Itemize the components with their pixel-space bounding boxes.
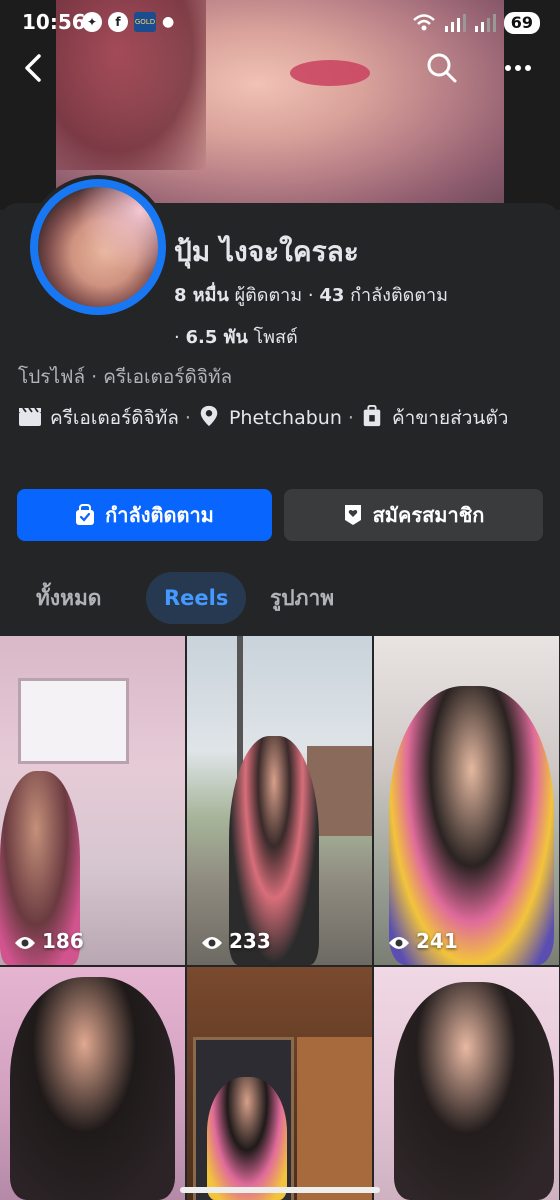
reel-image-detail	[394, 982, 554, 1200]
clapperboard-icon	[19, 407, 41, 426]
eye-icon	[15, 937, 35, 949]
tab-photos[interactable]: รูปภาพ	[252, 572, 352, 624]
chevron-left-icon	[25, 54, 41, 82]
facebook-icon: f	[108, 12, 128, 32]
status-bar: 10:56 ✦ f GOLD ● 69	[0, 0, 560, 48]
profile-avatar[interactable]	[26, 175, 170, 319]
profile-stats: 8 หมื่น ผู้ติดตาม · 43 กำลังติดตาม	[174, 280, 448, 309]
posts-count: 6.5 พัน	[185, 327, 248, 348]
signal-icon-2	[474, 14, 496, 32]
reel-thumbnail[interactable]	[187, 967, 372, 1200]
reel-thumbnail[interactable]	[0, 967, 185, 1200]
separator: ·	[184, 407, 191, 429]
messenger-icon: ✦	[82, 12, 102, 32]
separator: ·	[307, 285, 320, 306]
reel-image-detail	[207, 1077, 287, 1200]
reels-grid: 186 233 241	[0, 636, 560, 1200]
dot-icon: ●	[162, 14, 175, 30]
search-icon	[427, 53, 457, 83]
avatar-image-detail	[38, 187, 158, 307]
view-count-value: 233	[229, 929, 271, 953]
subscribe-button-label: สมัครสมาชิก	[372, 503, 485, 527]
cover-image-detail	[290, 60, 370, 86]
home-indicator[interactable]	[180, 1187, 380, 1193]
following-count[interactable]: 43	[319, 285, 344, 306]
posts-label: โพสต์	[253, 327, 298, 348]
location-pin-icon	[200, 405, 218, 427]
gold-app-icon: GOLD	[134, 12, 156, 32]
detail-seller: ค้าขายส่วนตัว	[391, 407, 509, 429]
profile-name: ปุ้ม ไงจะใครละ	[174, 235, 359, 268]
separator: ·	[347, 407, 354, 429]
detail-creator: ครีเอเตอร์ดิจิทัล	[50, 407, 179, 429]
following-check-icon	[76, 504, 95, 525]
profile-posts: · 6.5 พัน โพสต์	[174, 322, 298, 351]
more-horizontal-icon	[505, 65, 531, 71]
view-count: 241	[388, 929, 458, 953]
reel-thumbnail[interactable]	[374, 967, 559, 1200]
followers-label[interactable]: ผู้ติดตาม	[235, 285, 303, 306]
view-count: 233	[201, 929, 271, 953]
tab-all[interactable]: ทั้งหมด	[18, 572, 119, 624]
more-options-button[interactable]	[498, 52, 538, 92]
profile-details: ครีเอเตอร์ดิจิทัล · Phetchabun · ค้าขายส่ว…	[18, 402, 548, 434]
following-label[interactable]: กำลังติดตาม	[350, 285, 448, 306]
search-button[interactable]	[422, 52, 462, 92]
system-icons: 69	[412, 12, 540, 34]
following-button[interactable]: กำลังติดตาม	[17, 489, 272, 541]
profile-category: โปรไฟล์ · ครีเอเตอร์ดิจิทัล	[18, 366, 233, 388]
view-count-value: 186	[42, 929, 84, 953]
reel-image-detail	[297, 1037, 372, 1200]
separator: ·	[174, 327, 186, 348]
status-time: 10:56	[22, 10, 86, 34]
wifi-icon	[412, 14, 435, 31]
reel-thumbnail[interactable]: 186	[0, 636, 185, 965]
subscribe-badge-icon	[344, 505, 361, 525]
shopping-bag-icon	[363, 405, 381, 427]
view-count-value: 241	[416, 929, 458, 953]
followers-count[interactable]: 8 หมื่น	[174, 285, 229, 306]
following-button-label: กำลังติดตาม	[105, 503, 214, 527]
view-count: 186	[14, 929, 84, 953]
battery-indicator: 69	[503, 12, 540, 34]
eye-icon	[389, 937, 409, 949]
reel-thumbnail[interactable]: 241	[374, 636, 559, 965]
reel-image-detail	[18, 678, 129, 764]
back-button[interactable]	[14, 52, 54, 92]
reel-thumbnail[interactable]: 233	[187, 636, 372, 965]
subscribe-button[interactable]: สมัครสมาชิก	[284, 489, 543, 541]
avatar	[38, 187, 158, 307]
reel-image-detail	[10, 977, 175, 1200]
eye-icon	[202, 937, 222, 949]
signal-icon	[444, 14, 466, 32]
notification-icons: ✦ f GOLD ●	[82, 12, 174, 32]
detail-location[interactable]: Phetchabun	[229, 407, 342, 429]
tab-reels[interactable]: Reels	[146, 572, 247, 624]
reel-image-detail	[389, 686, 554, 965]
